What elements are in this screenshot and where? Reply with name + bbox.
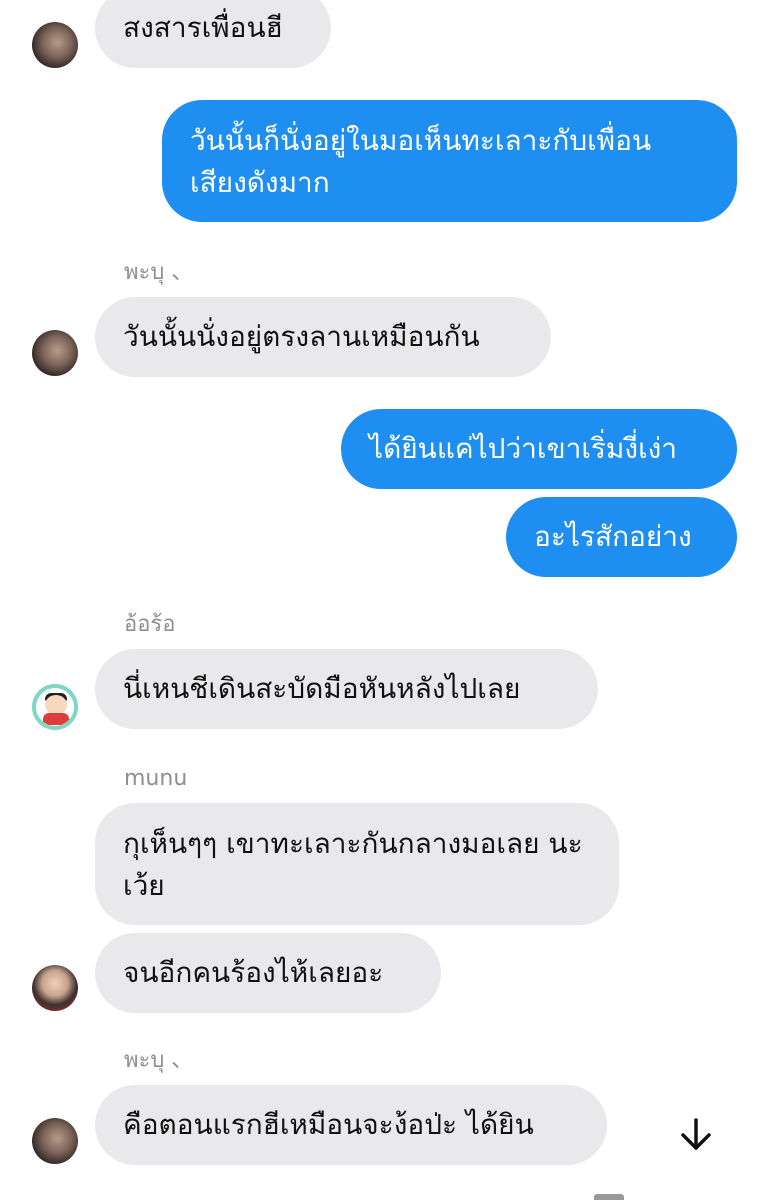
avatar[interactable]: [32, 330, 78, 376]
message-bubble-incoming[interactable]: จนอีกคนร้องไห้เลยอะ: [95, 933, 441, 1013]
avatar[interactable]: [32, 1118, 78, 1164]
message-bubble-incoming[interactable]: วันนั้นนั่งอยู่ตรงลานเหมือนกัน: [95, 297, 551, 377]
message-bubble-incoming[interactable]: สงสารเพื่อนฮี: [95, 0, 331, 68]
avatar-cartoon-face: [45, 695, 67, 715]
message-bubble-incoming[interactable]: คือตอนแรกฮีเหมือนจะง้อป่ะ ได้ยิน: [95, 1085, 607, 1165]
avatar[interactable]: [32, 22, 78, 68]
message-bubble-incoming[interactable]: นี่เหนชีเดินสะบัดมือหันหลังไปเลย: [95, 649, 598, 729]
message-bubble-incoming[interactable]: กุเห็นๆๆ เขาทะเลาะกันกลางมอเลย นะเว้ย: [95, 803, 619, 925]
message-bubble-outgoing[interactable]: ได้ยินแค่ไปว่าเขาเริ่มงี่เง่า: [341, 409, 737, 489]
sender-name: พะบุ 、: [124, 260, 194, 285]
avatar-cartoon-shirt: [43, 713, 69, 725]
message-bubble-outgoing[interactable]: วันนั้นก็นั่งอยู่ในมอเห็นทะเลาะกับเพื่อน…: [162, 100, 737, 222]
avatar[interactable]: [32, 684, 78, 730]
sender-name: พะบุ 、: [124, 1048, 194, 1073]
avatar[interactable]: [32, 965, 78, 1011]
arrow-down-icon[interactable]: [674, 1112, 718, 1156]
sender-name: อ้อร้อ: [124, 612, 176, 637]
sender-name: munu: [124, 766, 188, 791]
message-bubble-outgoing[interactable]: อะไรสักอย่าง: [506, 497, 737, 577]
next-avatar-edge: [594, 1194, 624, 1200]
